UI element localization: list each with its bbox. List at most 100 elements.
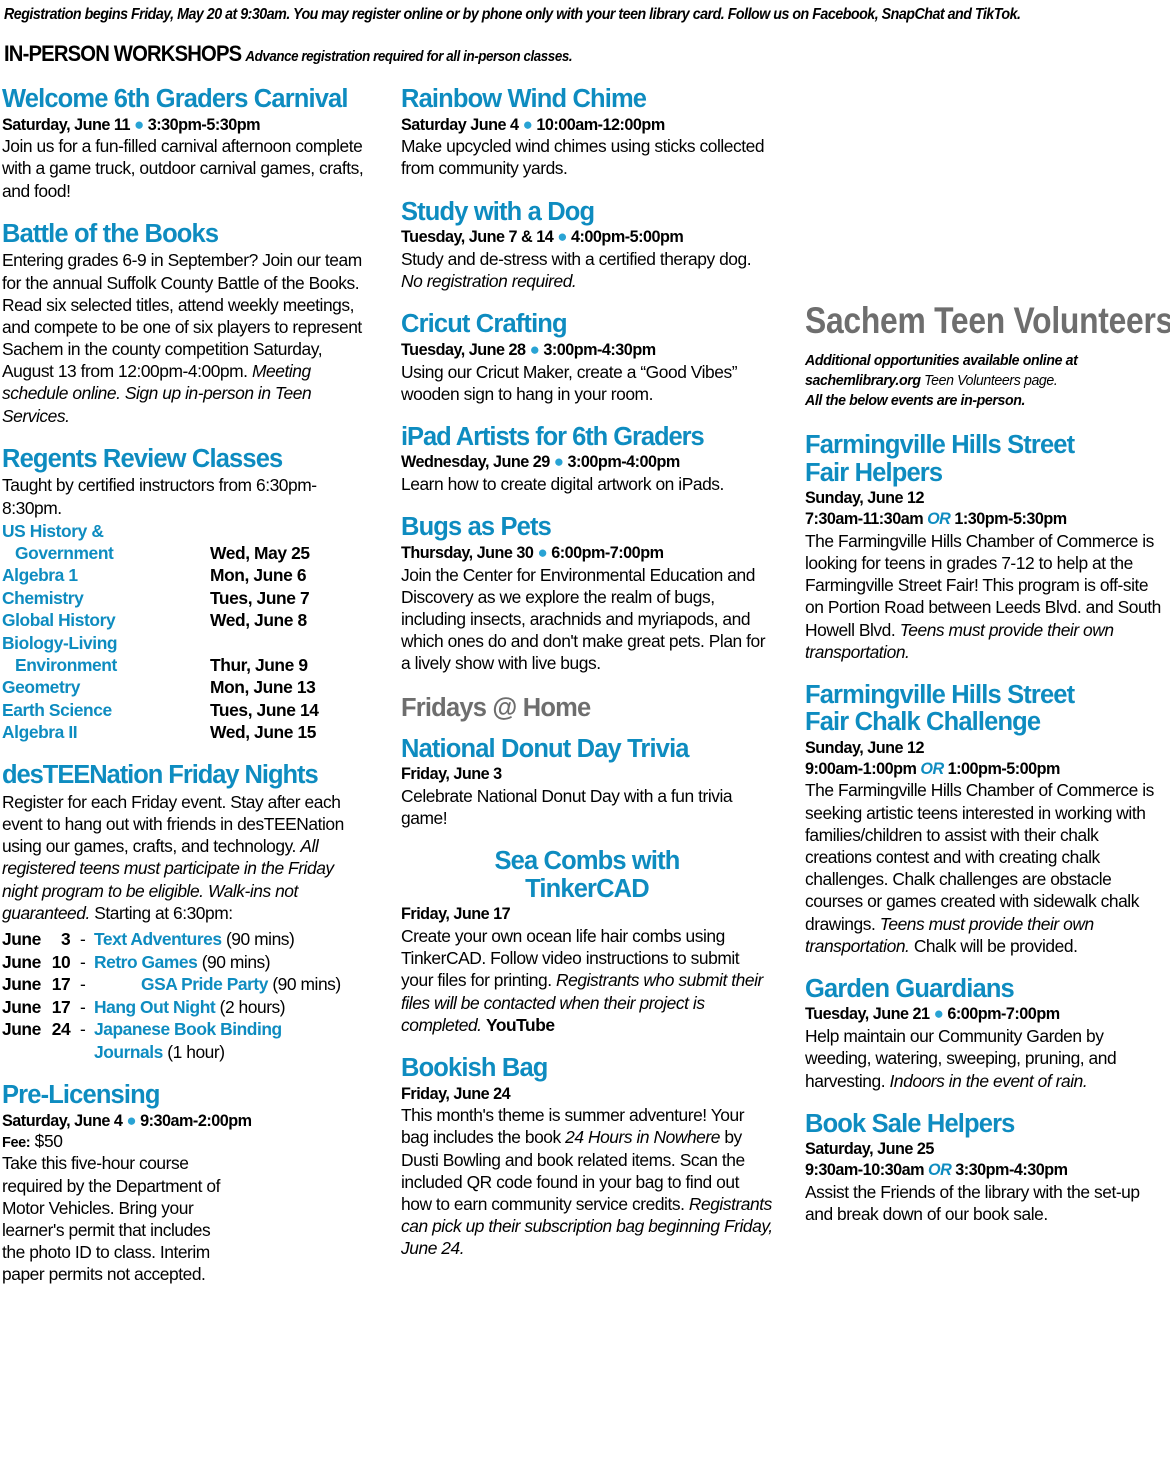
library-website: sachemlibrary.org <box>805 371 921 389</box>
event-name-continued: Journals <box>94 1041 163 1062</box>
event-title: Welcome 6th Graders Carnival <box>2 85 348 113</box>
event-datetime: Saturday June 4 ● 10:00am-12:00pm <box>401 115 773 136</box>
or-separator: OR <box>920 759 944 778</box>
list-item: June 24- Japanese Book Binding <box>2 1018 370 1041</box>
event-datetime: Tuesday, June 7 & 14 ● 4:00pm-5:00pm <box>401 227 773 248</box>
event-title: Bugs as Pets <box>401 513 552 542</box>
event-description: Join the Center for Environmental Educat… <box>401 564 766 674</box>
regents-subject-line1: Biology-Living <box>2 632 118 653</box>
event-bugs-as-pets: Bugs as Pets Thursday, June 30 ● 6:00pm-… <box>401 514 773 674</box>
event-description: Entering grades 6-9 in September? Join o… <box>2 249 370 427</box>
desc-plain: The Farmingville Hills Chamber of Commer… <box>805 780 1154 934</box>
event-title: Farmingville Hills Street Fair Chalk Cha… <box>805 680 1163 737</box>
event-title-line1: Farmingville Hills Street <box>805 680 1075 709</box>
regents-subject: Geometry <box>2 677 80 698</box>
event-bookish-bag: Bookish Bag Friday, June 24 This month's… <box>401 1054 773 1260</box>
desc-italic: Indoors in the event of rain. <box>889 1070 1088 1091</box>
event-description: The Farmingville Hills Chamber of Commer… <box>805 779 1163 957</box>
bullet-dot-icon: ● <box>557 227 568 247</box>
event-title: Pre-Licensing <box>2 1081 160 1110</box>
event-time-a: 7:30am-11:30am <box>805 510 924 529</box>
event-title: Battle of the Books <box>2 219 219 248</box>
event-date: June 3 <box>2 929 71 950</box>
event-duration: (1 hour) <box>167 1041 225 1062</box>
volunteers-note: Additional opportunities available onlin… <box>805 351 1138 410</box>
event-title: Cricut Crafting <box>401 310 568 339</box>
section-title: Regents Review Classes <box>2 444 283 473</box>
event-date: Saturday June 4 <box>401 115 519 134</box>
page-header: Registration begins Friday, May 20 at 9:… <box>0 0 1170 67</box>
table-row: Earth Science Tues, June 14 <box>2 699 370 721</box>
section-title: Fridays @ Home <box>401 693 591 722</box>
bullet-dot-icon: ● <box>126 1110 137 1130</box>
desc-italic: No registration required. <box>401 271 577 292</box>
note-line-1: Additional opportunities available onlin… <box>805 352 1078 369</box>
event-datetime: Tuesday, June 21 ● 6:00pm-7:00pm <box>805 1004 1163 1025</box>
event-title: iPad Artists for 6th Graders <box>401 422 705 451</box>
event-time-options: 7:30am-11:30am OR 1:30pm-5:30pm <box>805 509 1163 530</box>
regents-date: Wed, May 25 <box>210 543 310 564</box>
event-time-options: 9:30am-10:30am OR 3:30pm-4:30pm <box>805 1160 1163 1181</box>
desc-youtube-label: YouTube <box>485 1014 555 1035</box>
list-item-continuation: Journals (1 hour) <box>2 1041 370 1064</box>
event-welcome-6th-graders-carnival: Welcome 6th Graders Carnival Saturday, J… <box>2 85 370 202</box>
event-date: Tuesday, June 28 <box>401 340 526 359</box>
event-date: Friday, June 24 <box>401 1084 511 1103</box>
list-item: June 10- Retro Games (90 mins) <box>2 951 370 974</box>
table-row: Biology-Living Environment Thur, June 9 <box>2 632 370 677</box>
event-title: Rainbow Wind Chime <box>401 85 647 113</box>
book-title: 24 Hours in Nowhere <box>565 1127 720 1148</box>
in-person-workshops-heading: IN-PERSON WORKSHOPS Advance registration… <box>4 41 1073 67</box>
regents-subject: Algebra 1 <box>2 565 78 586</box>
list-item: June 3- Text Adventures (90 mins) <box>2 928 370 951</box>
bullet-dot-icon: ● <box>133 114 144 134</box>
event-title-line1: Sea Combs with <box>494 847 680 876</box>
event-time: 3:00pm-4:00pm <box>567 453 681 472</box>
event-national-donut-day-trivia: National Donut Day Trivia Friday, June 3… <box>401 735 773 830</box>
event-battle-of-the-books: Battle of the Books Entering grades 6-9 … <box>2 219 370 427</box>
table-row: Algebra 1 Mon, June 6 <box>2 564 370 586</box>
event-time-options: 9:00am-1:00pm OR 1:00pm-5:00pm <box>805 759 1163 780</box>
registration-notice: Registration begins Friday, May 20 at 9:… <box>4 6 1021 23</box>
event-rainbow-wind-chime: Rainbow Wind Chime Saturday June 4 ● 10:… <box>401 85 773 180</box>
event-date: Saturday, June 11 <box>2 115 130 134</box>
event-time: 3:30pm-5:30pm <box>147 115 261 134</box>
event-farmingville-chalk-challenge: Farmingville Hills Street Fair Chalk Cha… <box>805 680 1163 957</box>
event-time-a: 9:30am-10:30am <box>805 1161 924 1180</box>
event-date: Tuesday, June 7 & 14 <box>401 228 554 247</box>
event-cricut-crafting: Cricut Crafting Tuesday, June 28 ● 3:00p… <box>401 311 773 405</box>
event-title: Bookish Bag <box>401 1054 548 1082</box>
note-line-2: sachemlibrary.org Teen Volunteers page. <box>805 371 1138 391</box>
event-pre-licensing: Pre-Licensing Saturday, June 4 ● 9:30am-… <box>2 1082 370 1285</box>
event-time: 10:00am-12:00pm <box>536 115 665 134</box>
regents-subject: Earth Science <box>2 699 112 720</box>
event-date: June 17 <box>2 974 71 995</box>
event-date: Friday, June 17 <box>401 905 511 924</box>
regents-schedule-table: US History & Government Wed, May 25 Alge… <box>2 520 370 744</box>
event-title: Study with a Dog <box>401 197 595 226</box>
or-separator: OR <box>927 510 951 529</box>
event-name: GSA Pride Party <box>141 974 268 995</box>
bullet-dot-icon: ● <box>537 542 548 562</box>
page-title: Sachem Teen Volunteers <box>805 300 1170 341</box>
event-date: June 17 <box>2 996 71 1017</box>
event-name: Text Adventures <box>94 929 222 950</box>
event-date: Thursday, June 30 <box>401 543 534 562</box>
event-description: Assist the Friends of the library with t… <box>805 1181 1140 1224</box>
event-description: Celebrate National Donut Day with a fun … <box>401 785 733 829</box>
regents-subject-line2: Government <box>15 543 114 564</box>
event-datetime: Saturday, June 4 ● 9:30am-2:00pm <box>2 1111 370 1132</box>
event-title: Book Sale Helpers <box>805 1109 1015 1138</box>
event-time: 4:00pm-5:00pm <box>571 228 684 247</box>
event-description: Join us for a fun-filled carnival aftern… <box>2 136 364 201</box>
regents-date: Wed, June 15 <box>210 722 317 742</box>
event-fee: Fee: $50 <box>2 1131 370 1152</box>
event-date: June 10 <box>2 951 71 972</box>
event-time-b: 1:00pm-5:00pm <box>947 759 1061 778</box>
desc-plain-end: Chalk will be provided. <box>913 935 1078 956</box>
event-datetime: Wednesday, June 29 ● 3:00pm-4:00pm <box>401 452 773 473</box>
event-description: Create your own ocean life hair combs us… <box>401 925 773 1036</box>
event-description: Study and de-stress with a certified the… <box>401 248 773 292</box>
regents-subject-line1: US History & <box>2 520 104 541</box>
event-farmingville-fair-helpers: Farmingville Hills Street Fair Helpers S… <box>805 431 1163 663</box>
